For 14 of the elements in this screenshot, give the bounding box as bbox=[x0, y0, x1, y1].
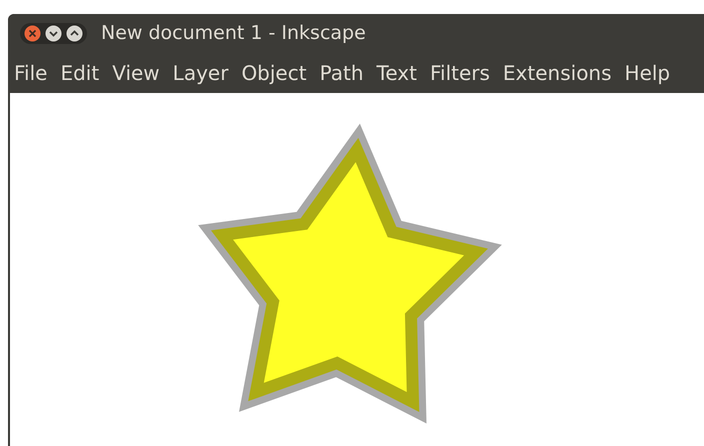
maximize-icon[interactable] bbox=[66, 24, 83, 42]
menu-item[interactable]: Object bbox=[241, 60, 307, 84]
menu-item[interactable]: Layer bbox=[172, 60, 228, 84]
close-icon[interactable] bbox=[24, 24, 41, 42]
menu-item[interactable]: View bbox=[112, 60, 160, 84]
menu-item[interactable]: Help bbox=[624, 60, 670, 84]
menu-item[interactable]: Extensions bbox=[502, 60, 612, 84]
minimize-icon[interactable] bbox=[45, 24, 62, 42]
window-title: New document 1 - Inkscape bbox=[101, 22, 366, 44]
menu-item[interactable]: Filters bbox=[430, 60, 490, 84]
menu-item[interactable]: Text bbox=[376, 60, 417, 84]
menu-item[interactable]: File bbox=[14, 60, 48, 84]
menu-item[interactable]: Edit bbox=[60, 60, 100, 84]
menu-item[interactable]: Path bbox=[320, 60, 364, 84]
